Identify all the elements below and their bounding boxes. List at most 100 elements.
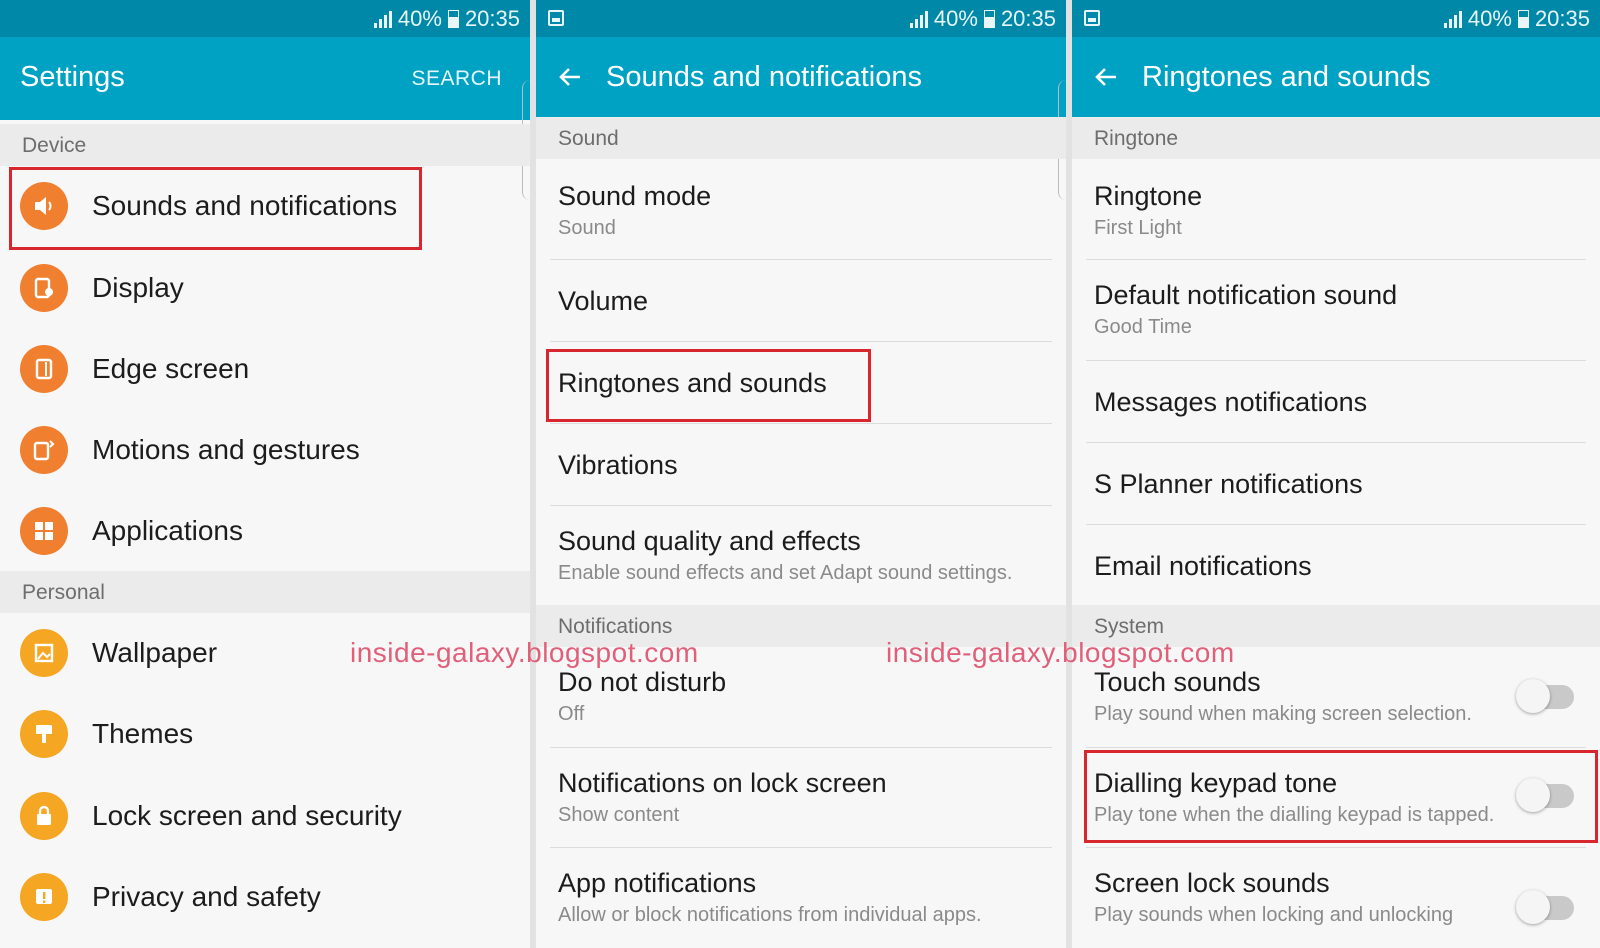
section-header-device: Device [0,124,530,166]
list-item-default-notification-sound[interactable]: Default notification sound Good Time [1072,260,1600,361]
toggle-knob [1516,679,1550,713]
list-item-ringtones-and-sounds[interactable]: Ringtones and sounds [536,342,1066,424]
settings-item-label: Themes [92,718,194,749]
settings-item-edge-screen[interactable]: Edge screen [0,329,530,409]
display-icon [20,264,68,312]
privacy-icon [20,873,68,921]
item-title: Do not disturb [558,667,727,697]
list-item-dialling-keypad-tone[interactable]: Dialling keypad tone Play tone when the … [1072,748,1600,848]
signal-icon [1443,10,1462,28]
back-arrow-icon[interactable] [556,63,586,93]
battery-percent: 40% [397,6,442,31]
item-subtitle: Play sounds when locking and unlocking [1094,904,1454,926]
page-title: Settings [20,61,125,93]
item-title: Dialling keypad tone [1094,768,1338,798]
battery-percent: 40% [1467,6,1512,31]
clock: 20:35 [464,6,520,31]
list-item-vibrations[interactable]: Vibrations [536,424,1066,506]
item-title: Ringtones and sounds [558,368,827,398]
motions-icon [20,426,68,474]
search-button[interactable]: SEARCH [411,67,502,91]
status-bar: 40% 20:35 [536,0,1066,37]
battery-icon [447,10,459,28]
watermark: inside-galaxy.blogspot.com [886,637,1235,668]
item-title: Touch sounds [1094,667,1261,697]
toggle-knob [1516,778,1550,812]
ringtones-sounds-panel: 40% 20:35 Ringtones and sounds Ringtone … [1072,0,1600,948]
item-subtitle: Play tone when the dialling keypad is ta… [1094,804,1495,826]
list-item-sound-quality[interactable]: Sound quality and effects Enable sound e… [536,506,1066,605]
item-subtitle: Off [558,703,585,725]
clock: 20:35 [1534,6,1590,31]
item-subtitle: Show content [558,804,680,826]
settings-item-label: Motions and gestures [92,434,360,465]
section-header-sound: Sound [536,117,1066,159]
item-title: Messages notifications [1094,387,1368,417]
sounds-notifications-panel: 40% 20:35 Sounds and notifications Sound… [536,0,1066,948]
signal-icon [373,10,392,28]
edge-screen-icon [20,345,68,393]
section-header-personal: Personal [0,571,530,613]
item-title: App notifications [558,868,757,898]
item-title: Ringtone [1094,181,1203,211]
settings-item-display[interactable]: Display [0,248,530,328]
item-subtitle: Enable sound effects and set Adapt sound… [558,562,1013,584]
list-item-app-notifications[interactable]: App notifications Allow or block notific… [536,848,1066,948]
item-subtitle: Good Time [1094,316,1192,338]
status-bar: 40% 20:35 [0,0,530,37]
settings-item-sounds[interactable]: Sounds and notifications [0,166,530,246]
themes-icon [20,710,68,758]
list-item-s-planner-notifications[interactable]: S Planner notifications [1072,443,1600,525]
settings-item-label: Privacy and safety [92,881,321,912]
item-title: Volume [558,286,649,316]
battery-percent: 40% [933,6,978,31]
item-title: Default notification sound [1094,280,1398,310]
settings-item-label: Wallpaper [92,637,218,668]
page-title: Sounds and notifications [606,61,922,93]
toggle-knob [1516,890,1550,924]
section-header-ringtone: Ringtone [1072,117,1600,159]
back-arrow-icon[interactable] [1092,63,1122,93]
screen-lock-sounds-toggle[interactable] [1516,890,1574,924]
item-title: Email notifications [1094,551,1312,581]
settings-panel: 40% 20:35 Settings SEARCH Device Sounds … [0,0,530,948]
settings-item-privacy[interactable]: Privacy and safety [0,857,530,937]
item-title: Screen lock sounds [1094,868,1330,898]
list-item-notifications-lock-screen[interactable]: Notifications on lock screen Show conten… [536,748,1066,848]
item-subtitle: Sound [558,217,616,239]
item-title: Notifications on lock screen [558,768,887,798]
list-item-sound-mode[interactable]: Sound mode Sound [536,159,1066,260]
item-subtitle: Allow or block notifications from indivi… [558,904,982,926]
item-title: Vibrations [558,450,678,480]
item-title: Sound quality and effects [558,526,861,556]
app-bar: Settings SEARCH [0,37,530,120]
settings-item-label: Display [92,272,184,303]
status-bar: 40% 20:35 [1072,0,1600,37]
clock: 20:35 [1000,6,1056,31]
settings-item-applications[interactable]: Applications [0,491,530,571]
page-title: Ringtones and sounds [1142,61,1431,93]
settings-item-motions[interactable]: Motions and gestures [0,410,530,490]
list-item-messages-notifications[interactable]: Messages notifications [1072,361,1600,443]
list-item-ringtone[interactable]: Ringtone First Light [1072,159,1600,260]
list-item-volume[interactable]: Volume [536,260,1066,342]
applications-icon [20,507,68,555]
list-item-screen-lock-sounds[interactable]: Screen lock sounds Play sounds when lock… [1072,848,1600,948]
battery-icon [983,10,995,28]
wallpaper-icon [20,629,68,677]
settings-item-themes[interactable]: Themes [0,694,530,774]
list-item-email-notifications[interactable]: Email notifications [1072,525,1600,605]
settings-item-label: Lock screen and security [92,800,402,831]
settings-item-label: Applications [92,515,243,546]
touch-sounds-toggle[interactable] [1516,679,1574,713]
app-bar: Ringtones and sounds [1072,37,1600,120]
item-subtitle: First Light [1094,217,1182,239]
settings-item-label: Sounds and notifications [92,190,398,221]
gallery-icon [1084,10,1100,26]
dialling-keypad-tone-toggle[interactable] [1516,778,1574,812]
item-title: Sound mode [558,181,712,211]
settings-item-lock-screen[interactable]: Lock screen and security [0,776,530,856]
speaker-icon [20,182,68,230]
item-title: S Planner notifications [1094,469,1363,499]
gallery-icon [548,10,564,26]
